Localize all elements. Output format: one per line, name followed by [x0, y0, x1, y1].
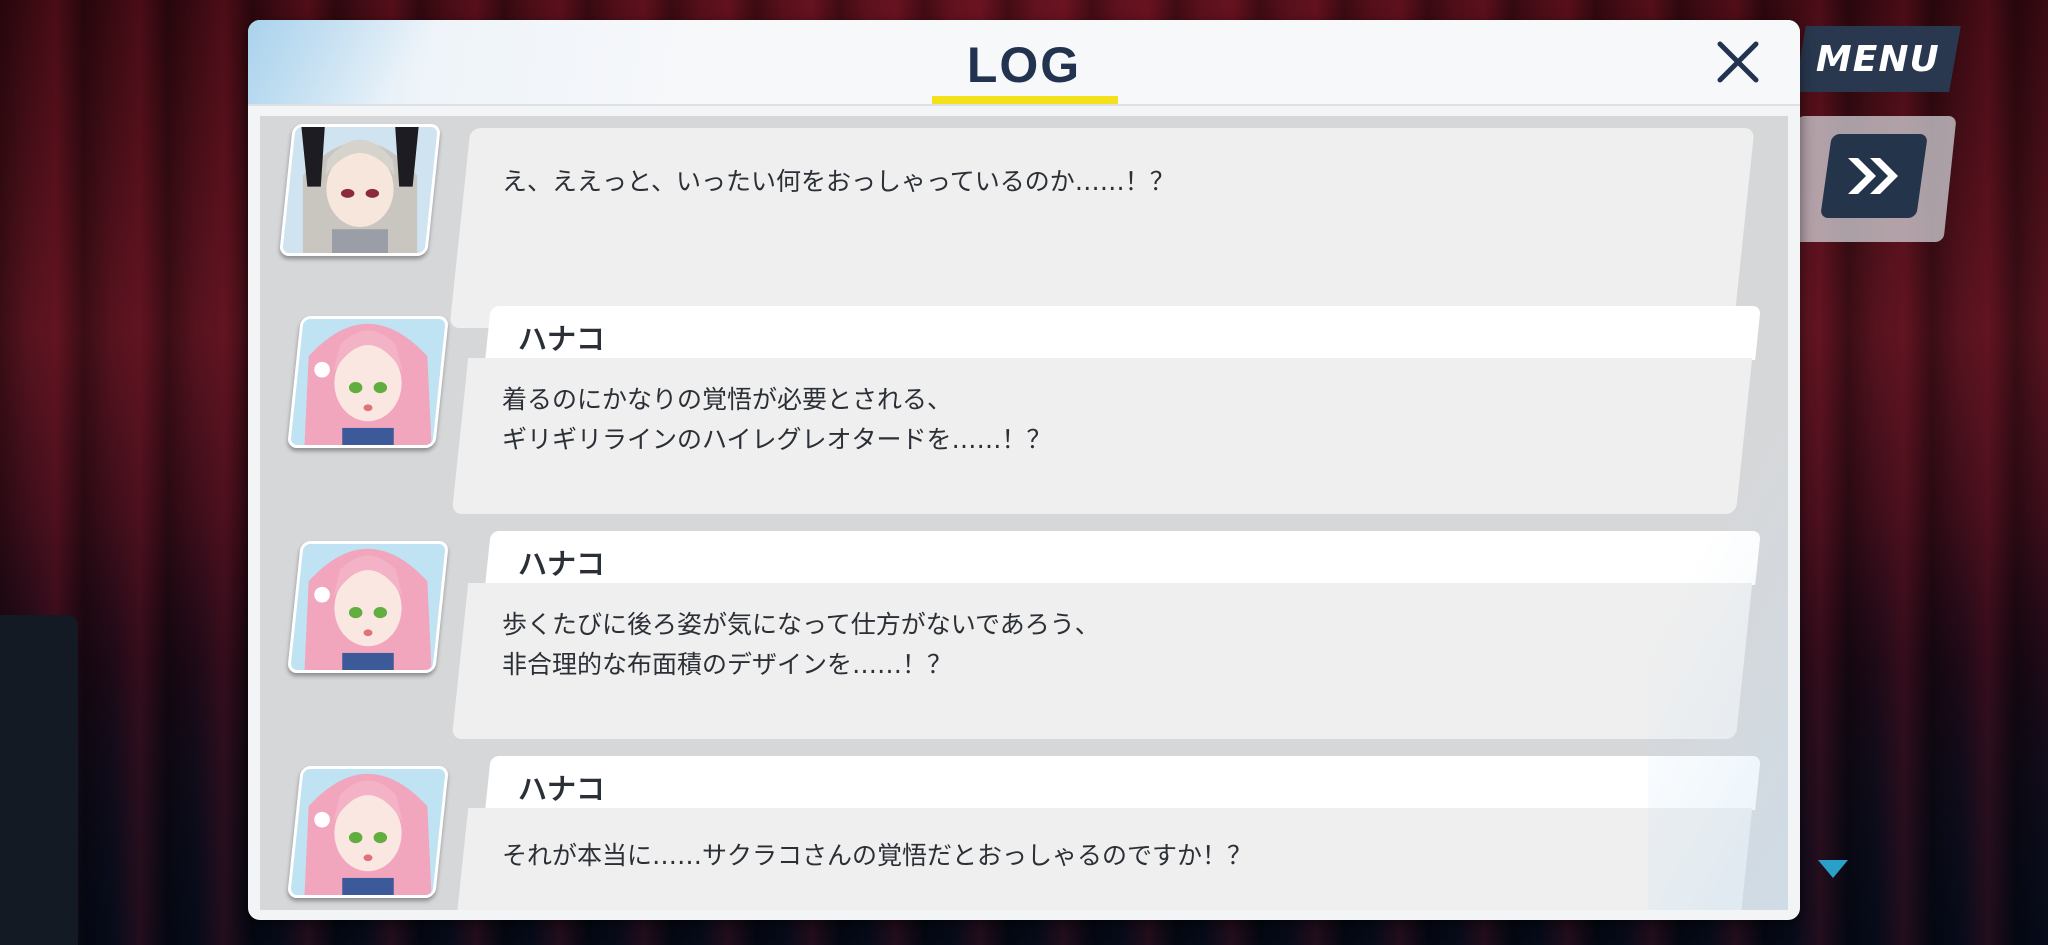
speaker-name: ハナコ [518, 547, 606, 581]
character-portrait [279, 124, 441, 256]
message-bubble [449, 128, 1755, 328]
speaker-name: ハナコ [518, 772, 606, 806]
menu-button[interactable]: MENU [1794, 26, 1961, 92]
log-entry: ハナコ それが本当に……サクラコさんの覚悟だとおっしゃるのですか！？ [260, 756, 1788, 910]
character-portrait [287, 316, 449, 448]
log-header: LOG [248, 20, 1800, 106]
scroll-down-indicator-icon[interactable] [1818, 860, 1848, 878]
title-underline [932, 96, 1118, 104]
message-text: 歩くたびに後ろ姿が気になって仕方がないであろう、 非合理的な布面積のデザインを…… [502, 610, 1100, 679]
close-button[interactable] [1708, 32, 1768, 92]
close-icon [1717, 41, 1759, 83]
message-text: え、ええっと、いったい何をおっしゃっているのか……！？ [502, 167, 1175, 196]
double-chevron-right-icon [1848, 158, 1898, 194]
character-portrait [287, 766, 449, 898]
message-text: 着るのにかなりの覚悟が必要とされる、 ギリギリラインのハイレグレオタードを……！… [502, 385, 1052, 454]
log-entry: え、ええっと、いったい何をおっしゃっているのか……！？ [260, 116, 1788, 328]
character-portrait [287, 541, 449, 673]
log-title: LOG [966, 37, 1082, 93]
log-list[interactable]: え、ええっと、いったい何をおっしゃっているのか……！？ ハナコ 着るのにかなりの… [260, 116, 1788, 910]
log-dialog: LOG え、ええっと、いったい何をおっしゃっているのか……！？ ハナコ 着るのに… [248, 20, 1800, 920]
menu-label: MENU [1815, 38, 1940, 80]
message-text: それが本当に……サクラコさんの覚悟だとおっしゃるのですか！？ [502, 841, 1253, 870]
fast-forward-button[interactable] [1820, 134, 1928, 218]
log-entry: ハナコ 着るのにかなりの覚悟が必要とされる、 ギリギリラインのハイレグレオタード… [260, 306, 1788, 520]
side-panel [0, 615, 78, 945]
log-entry: ハナコ 歩くたびに後ろ姿が気になって仕方がないであろう、 非合理的な布面積のデザ… [260, 531, 1788, 745]
speaker-name-bar [485, 531, 1761, 585]
speaker-name-bar [485, 306, 1761, 360]
speaker-name: ハナコ [518, 322, 606, 356]
speaker-name-bar [485, 756, 1761, 810]
